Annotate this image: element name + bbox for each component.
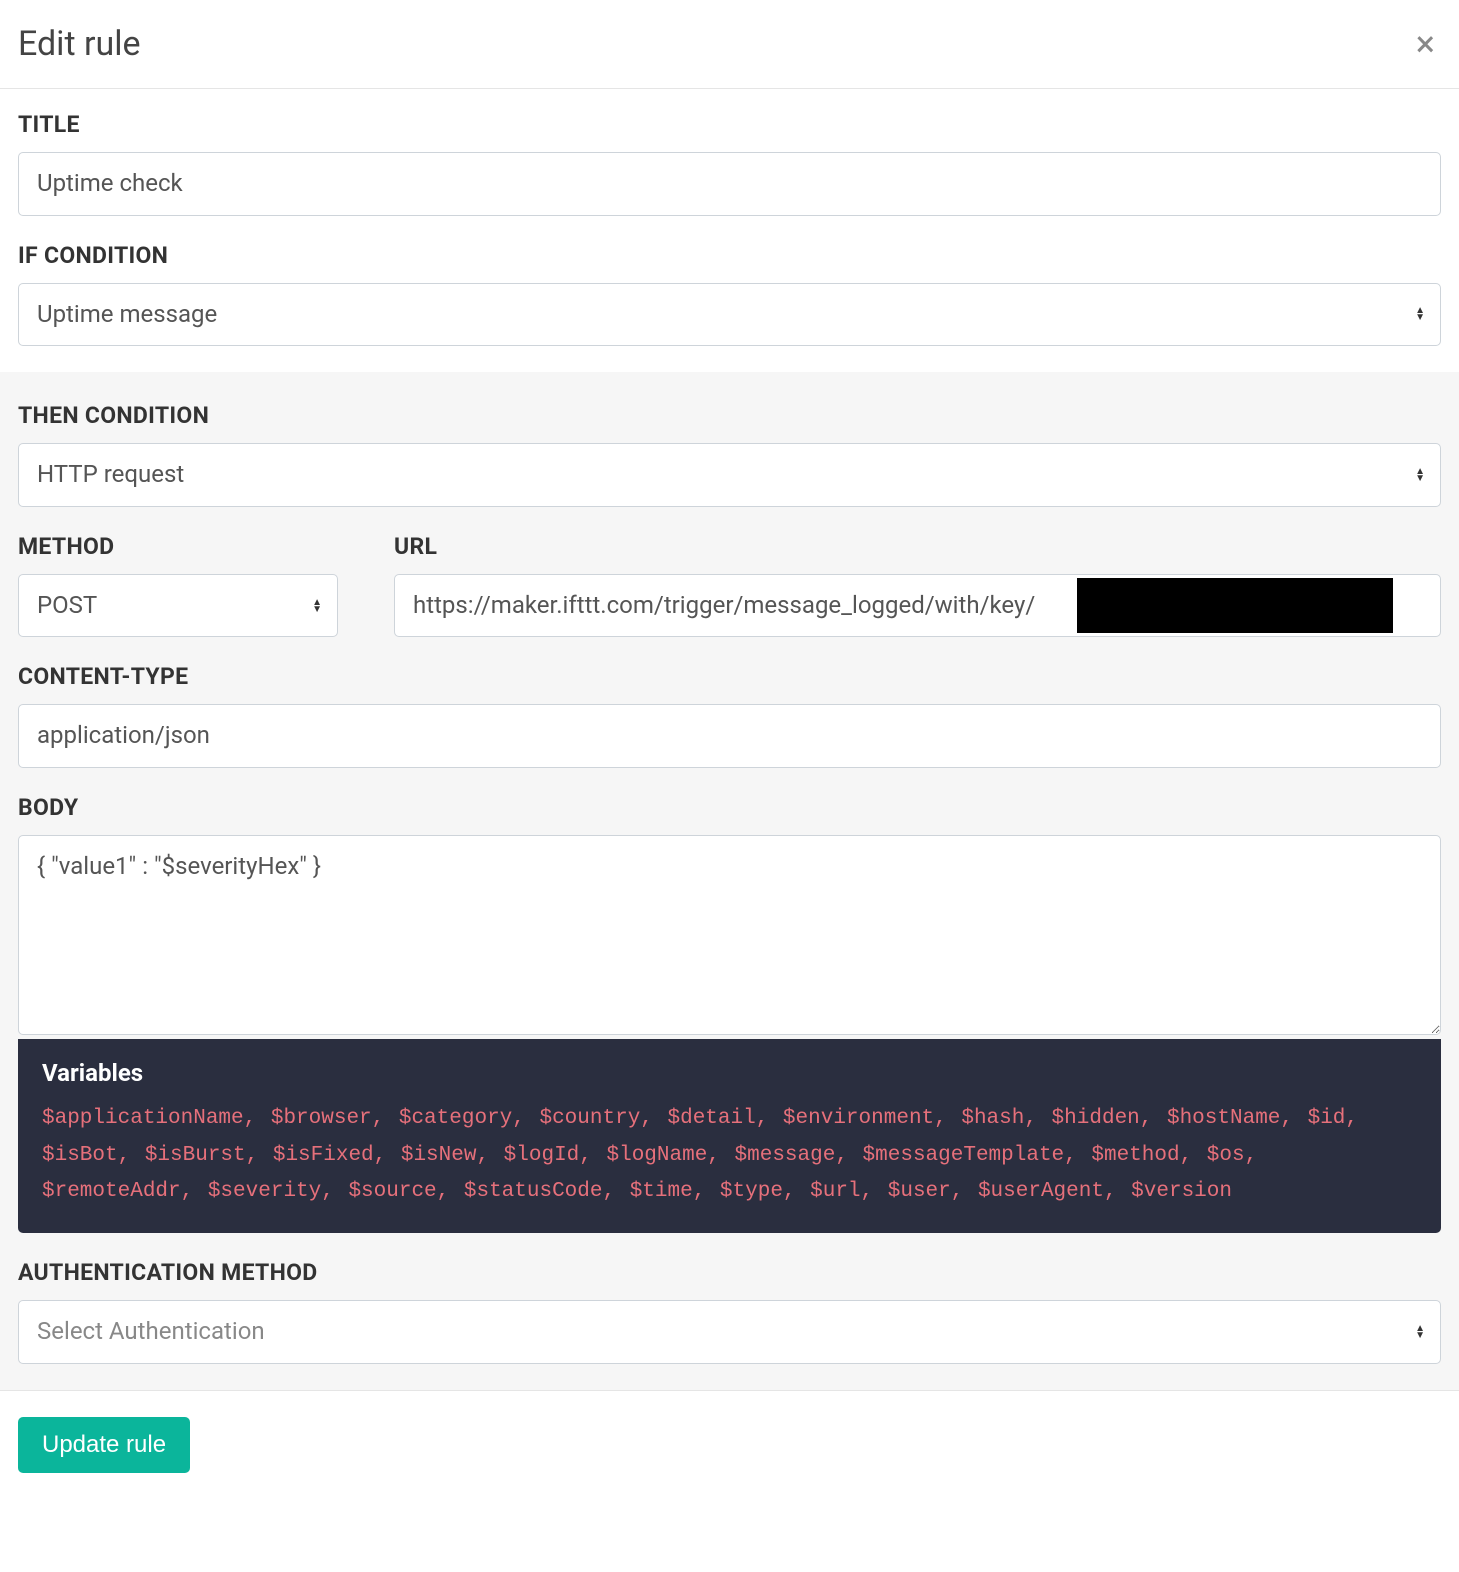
method-select[interactable]: POST — [18, 574, 338, 638]
content-type-label: CONTENT-TYPE — [18, 663, 1441, 690]
variables-panel: Variables $applicationName, $browser, $c… — [18, 1039, 1441, 1233]
modal-footer: Update rule — [0, 1390, 1459, 1499]
variables-title: Variables — [42, 1059, 1417, 1087]
body-textarea[interactable]: { "value1" : "$severityHex" } — [18, 835, 1441, 1035]
method-label: METHOD — [18, 533, 338, 560]
url-label: URL — [394, 533, 1441, 560]
auth-method-label: AUTHENTICATION METHOD — [18, 1259, 1441, 1286]
if-section: TITLE IF CONDITION Uptime message — [0, 89, 1459, 372]
if-condition-label: IF CONDITION — [18, 242, 1441, 269]
body-label: BODY — [18, 794, 1441, 821]
close-icon[interactable]: × — [1410, 26, 1441, 62]
variables-list: $applicationName, $browser, $category, $… — [42, 1101, 1417, 1211]
title-input[interactable] — [18, 152, 1441, 216]
if-condition-select[interactable]: Uptime message — [18, 283, 1441, 347]
title-label: TITLE — [18, 111, 1441, 138]
modal-header: Edit rule × — [0, 0, 1459, 89]
auth-method-select[interactable]: Select Authentication — [18, 1300, 1441, 1364]
update-rule-button[interactable]: Update rule — [18, 1417, 190, 1473]
content-type-input[interactable] — [18, 704, 1441, 768]
then-condition-label: THEN CONDITION — [18, 402, 1441, 429]
then-condition-select[interactable]: HTTP request — [18, 443, 1441, 507]
url-redacted-segment — [1077, 578, 1393, 634]
modal-title: Edit rule — [18, 24, 141, 64]
then-section: THEN CONDITION HTTP request METHOD POST … — [0, 372, 1459, 1390]
